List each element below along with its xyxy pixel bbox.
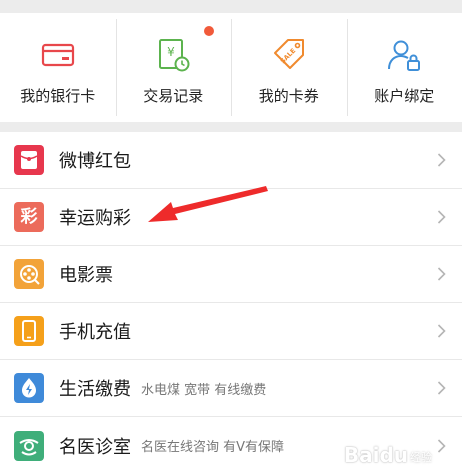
- top-strip: [0, 0, 462, 13]
- chevron-right-icon: [437, 324, 446, 338]
- menu-item-utility-payment[interactable]: 生活缴费 水电煤 宽带 有线缴费: [0, 360, 462, 417]
- menu-item-weibo-red-envelope[interactable]: 微博红包: [0, 132, 462, 189]
- menu-item-title: 幸运购彩: [59, 208, 131, 229]
- quick-action-transaction-record[interactable]: ¥ 交易记录: [115, 13, 232, 122]
- quick-action-label: 交易记录: [143, 87, 204, 105]
- chevron-right-icon: [437, 381, 446, 395]
- chevron-right-icon: [437, 210, 446, 224]
- menu-item-title: 名医诊室: [59, 436, 131, 458]
- menu-item-title: 微博红包: [59, 151, 131, 172]
- service-menu-list: 微博红包 彩 幸运购彩 电影票 手机充值 生活缴费 水电煤 宽带 有线缴费 名医…: [0, 132, 462, 473]
- menu-item-mobile-recharge[interactable]: 手机充值: [0, 303, 462, 360]
- notification-dot: [204, 26, 214, 36]
- quick-action-label: 我的银行卡: [20, 87, 96, 105]
- chevron-right-icon: [437, 267, 446, 281]
- transaction-record-icon: ¥: [159, 39, 190, 72]
- doctor-icon: [14, 430, 44, 461]
- bank-card-icon: [41, 43, 74, 67]
- quick-action-coupon[interactable]: SALE 我的卡券: [231, 13, 347, 122]
- menu-item-subtitle: 名医在线咨询 有V有保障: [141, 440, 285, 455]
- quick-action-account-bind[interactable]: 账户绑定: [346, 13, 462, 122]
- quick-action-label: 账户绑定: [374, 87, 435, 105]
- menu-item-movie-ticket[interactable]: 电影票: [0, 246, 462, 303]
- account-bind-icon: [388, 40, 421, 71]
- watermark-sub: 经验: [410, 451, 432, 464]
- menu-item-title: 电影票: [59, 265, 113, 286]
- svg-text:¥: ¥: [167, 45, 175, 59]
- chevron-right-icon: [437, 153, 446, 167]
- baidu-watermark: Baidu 经验: [344, 443, 432, 467]
- utility-bolt-icon: [14, 373, 44, 403]
- quick-action-bank-card[interactable]: 我的银行卡: [0, 13, 116, 122]
- menu-item-subtitle: 水电煤 宽带 有线缴费: [141, 382, 267, 398]
- section-gap: [0, 122, 462, 132]
- red-envelope-icon: [14, 145, 44, 175]
- menu-item-title: 手机充值: [59, 322, 131, 343]
- menu-item-lucky-lottery[interactable]: 彩 幸运购彩: [0, 189, 462, 246]
- lottery-icon-glyph: 彩: [20, 206, 38, 227]
- chevron-right-icon: [437, 438, 446, 453]
- lottery-icon: 彩: [14, 202, 44, 232]
- menu-item-title: 生活缴费: [59, 379, 131, 400]
- mobile-phone-icon: [14, 316, 44, 346]
- watermark-text: Baidu: [343, 443, 408, 467]
- quick-action-label: 我的卡券: [258, 87, 319, 105]
- quick-actions-grid: 我的银行卡 ¥ 交易记录 SALE 我的卡券 账户绑定: [0, 13, 462, 122]
- coupon-icon: SALE: [273, 39, 304, 69]
- film-reel-icon: [14, 259, 44, 289]
